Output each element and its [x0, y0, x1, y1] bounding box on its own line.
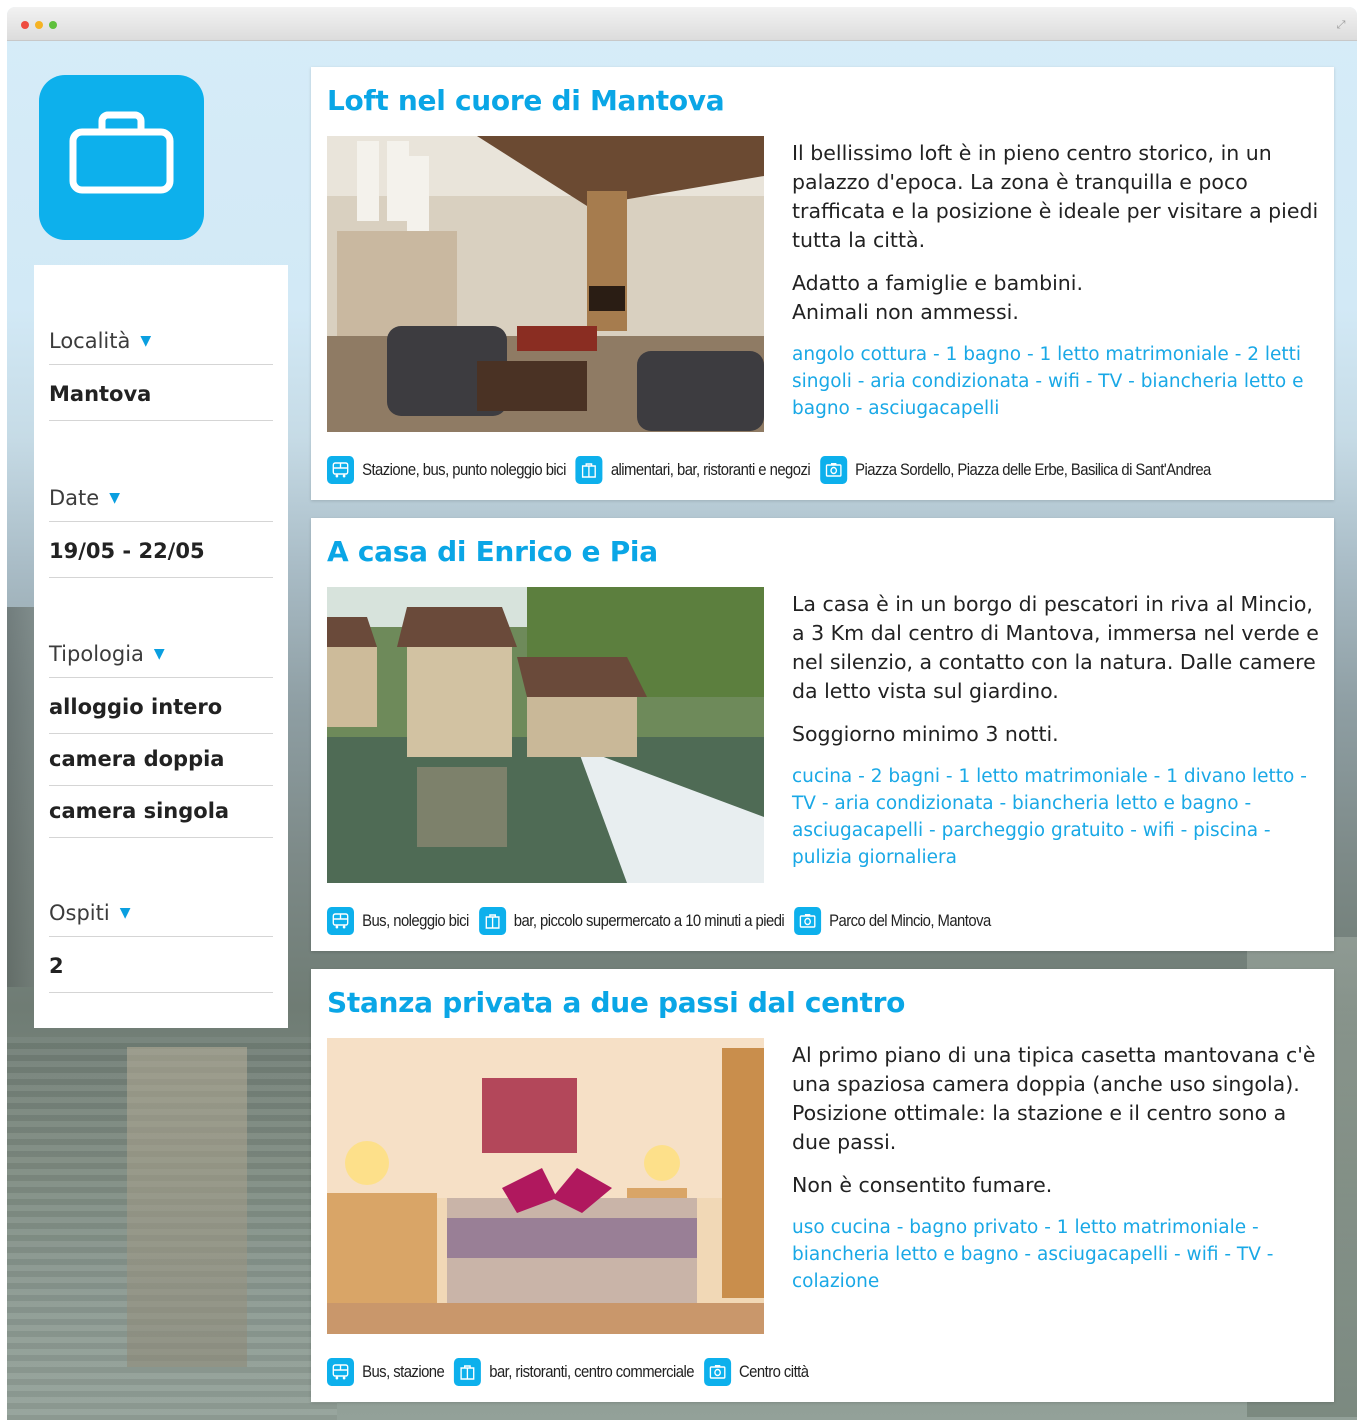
description-text: Adatto a famiglie e bambini. Animali non… [792, 271, 1084, 324]
riverside-house-image [327, 587, 764, 883]
listing-description: La casa è in un borgo di pescatori in ri… [792, 590, 1322, 871]
type-filter-toggle[interactable]: Tipologia ▼ [49, 630, 273, 678]
bedroom-image [327, 1038, 764, 1334]
location-filter-toggle[interactable]: Località ▼ [49, 317, 273, 365]
bus-icon [327, 456, 354, 484]
type-option[interactable]: camera doppia [49, 734, 273, 786]
date-value[interactable]: 19/05 - 22/05 [49, 526, 273, 578]
guests-filter-toggle[interactable]: Ospiti ▼ [49, 889, 273, 937]
description-text: La casa è in un borgo di pescatori in ri… [792, 592, 1319, 703]
type-filter-label: Tipologia [49, 642, 144, 666]
transport-info: Bus, noleggio bici [362, 911, 469, 930]
location-value[interactable]: Mantova [49, 369, 273, 421]
maximize-window-button[interactable] [49, 21, 57, 29]
listing-card[interactable]: Stanza privata a due passi dal centro Al… [311, 969, 1334, 1402]
transport-info: Bus, stazione [362, 1362, 445, 1381]
sights-info: Parco del Mincio, Mantova [829, 911, 991, 930]
listing-photo[interactable] [327, 1038, 764, 1334]
window-titlebar: ⤢ [7, 7, 1357, 41]
camera-icon [794, 907, 822, 935]
listing-description: Al primo piano di una tipica casetta man… [792, 1041, 1322, 1295]
chevron-down-icon: ▼ [119, 905, 131, 921]
listing-description: Il bellissimo loft è in pieno centro sto… [792, 139, 1322, 422]
shop-icon [478, 907, 506, 935]
listing-title[interactable]: Stanza privata a due passi dal centro [327, 986, 905, 1019]
listing-card[interactable]: A casa di Enrico e Pia La casa è in un b… [311, 518, 1334, 951]
date-filter-toggle[interactable]: Date ▼ [49, 474, 273, 522]
app-logo [39, 75, 204, 240]
type-option[interactable]: alloggio intero [49, 682, 273, 734]
camera-icon [820, 456, 848, 484]
listing-info-bar: Bus, noleggio bici bar, piccolo supermer… [327, 907, 1227, 935]
chevron-down-icon: ▼ [140, 333, 152, 349]
type-option[interactable]: camera singola [49, 786, 273, 838]
description-text: Il bellissimo loft è in pieno centro sto… [792, 141, 1319, 252]
listing-photo[interactable] [327, 136, 764, 432]
shop-icon [454, 1358, 482, 1386]
chevron-down-icon: ▼ [109, 490, 120, 506]
amenities-list: angolo cottura - 1 bagno - 1 letto matri… [792, 344, 1304, 419]
loft-living-room-image [327, 136, 764, 432]
listing-info-bar: Bus, stazione bar, ristoranti, centro co… [327, 1358, 1227, 1386]
description-text: Non è consentito fumare. [792, 1173, 1053, 1197]
description-text: Soggiorno minimo 3 notti. [792, 722, 1059, 746]
sights-info: Piazza Sordello, Piazza delle Erbe, Basi… [855, 460, 1211, 479]
bus-icon [327, 1358, 354, 1386]
description-text: Al primo piano di una tipica casetta man… [792, 1043, 1316, 1154]
sights-info: Centro città [739, 1362, 809, 1381]
date-filter-label: Date [49, 486, 100, 510]
bus-icon [327, 907, 354, 935]
shops-info: bar, ristoranti, centro commerciale [489, 1362, 695, 1381]
fullscreen-icon[interactable]: ⤢ [1335, 19, 1347, 31]
background-reflection [127, 1047, 247, 1367]
listing-info-bar: Stazione, bus, punto noleggio bici alime… [327, 456, 1227, 484]
listing-photo[interactable] [327, 587, 764, 883]
amenities-list: cucina - 2 bagni - 1 letto matrimoniale … [792, 766, 1307, 868]
minimize-window-button[interactable] [35, 21, 43, 29]
listing-title[interactable]: A casa di Enrico e Pia [327, 535, 658, 568]
listing-title[interactable]: Loft nel cuore di Mantova [327, 84, 725, 117]
transport-info: Stazione, bus, punto noleggio bici [362, 460, 566, 479]
location-filter-label: Località [49, 329, 131, 353]
close-window-button[interactable] [21, 21, 29, 29]
shops-info: bar, piccolo supermercato a 10 minuti a … [513, 911, 785, 930]
listing-card[interactable]: Loft nel cuore di Mantova Il bellissimo … [311, 67, 1334, 500]
amenities-list: uso cucina - bagno privato - 1 letto mat… [792, 1217, 1274, 1292]
camera-icon [703, 1358, 731, 1386]
guests-value[interactable]: 2 [49, 941, 273, 993]
shop-icon [575, 456, 603, 484]
shops-info: alimentari, bar, ristoranti e negozi [610, 460, 811, 479]
guests-filter-label: Ospiti [49, 901, 110, 925]
filter-panel: Località ▼ Mantova Date ▼ 19/05 - 22/05 Ti… [34, 265, 288, 1028]
suitcase-icon [69, 111, 174, 194]
chevron-down-icon: ▼ [153, 646, 165, 662]
